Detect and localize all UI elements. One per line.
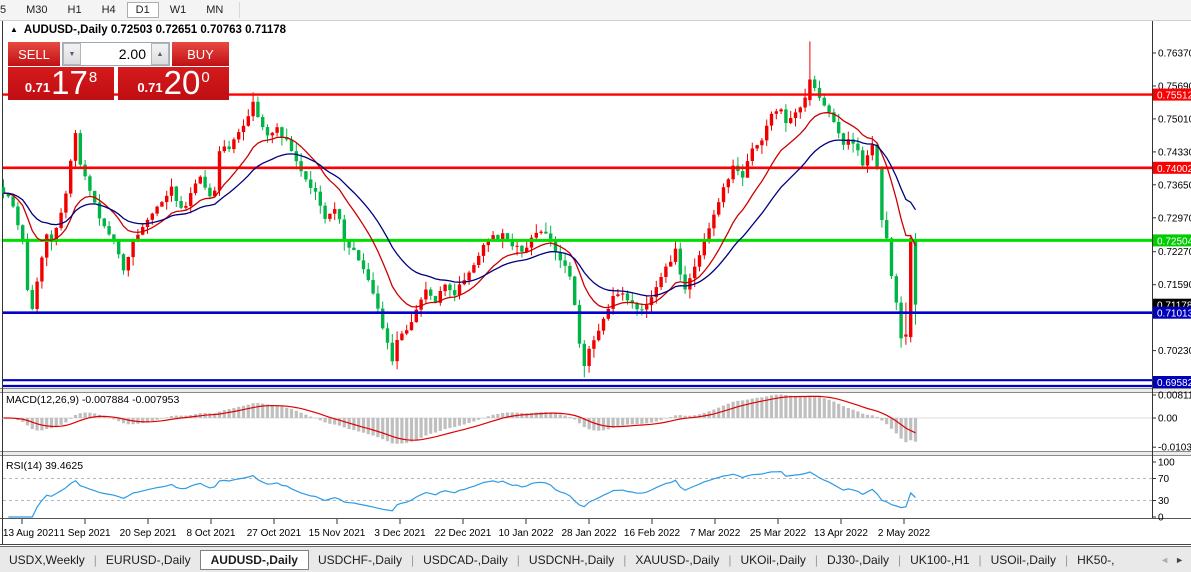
svg-text:100: 100 [1158,458,1175,469]
svg-text:0.76370: 0.76370 [1158,49,1191,60]
chart-tab-usdcnh-daily[interactable]: USDCNH-,Daily [520,551,623,569]
chart-title: ▲ AUDUSD-,Daily 0.72503 0.72651 0.70763 0… [10,24,286,36]
volume-decrease-icon[interactable]: ▼ [63,43,81,65]
chart-tab-usdx-weekly[interactable]: USDX,Weekly [0,551,94,569]
chart-tab-audusd-daily[interactable]: AUDUSD-,Daily [199,550,309,570]
svg-text:0.74002: 0.74002 [1157,164,1191,175]
one-click-trading-panel: SELL ▼ 2.00 ▲ BUY 0.71 17 8 0.71 20 0 [8,42,229,100]
svg-text:0.00811: 0.00811 [1158,391,1191,402]
chart-tab-uk100-h1[interactable]: UK100-,H1 [901,551,978,569]
chart-tab-bar: USDX,Weekly | EURUSD-,Daily AUDUSD-,Daily US… [0,546,1191,572]
svg-text:70: 70 [1158,474,1170,485]
chart-tab-eurusd-daily[interactable]: EURUSD-,Daily [97,551,200,569]
timeframe-toolbar: 5 M30 H1 H4 D1 W1 MN [0,0,1191,21]
svg-text:0.70230: 0.70230 [1158,346,1191,357]
volume-input[interactable]: 2.00 [81,43,151,65]
svg-text:0.72270: 0.72270 [1158,247,1191,258]
macd-label: MACD(12,26,9) -0.007884 -0.007953 [6,394,180,406]
rsi-label: RSI(14) 39.4625 [6,460,83,472]
svg-text:0: 0 [1158,513,1164,524]
svg-text:0.73650: 0.73650 [1158,180,1191,191]
timeframe-button-h1[interactable]: H1 [59,2,91,18]
chart-symbol-label: AUDUSD-,Daily [23,24,108,36]
chart-tab-ukoil-daily[interactable]: UKOil-,Daily [732,551,815,569]
buy-price-button[interactable]: 0.71 20 0 [118,64,229,101]
chart-tab-hk50-[interactable]: HK50-, [1068,551,1123,569]
svg-text:20 Sep 2021: 20 Sep 2021 [120,528,177,539]
timeframe-button-m30[interactable]: M30 [17,2,56,18]
svg-text:27 Oct 2021: 27 Oct 2021 [247,528,302,539]
buy-price-pips: 20 [163,64,201,101]
timeframe-button-mn[interactable]: MN [197,2,232,18]
svg-text:30: 30 [1158,496,1170,507]
chart-tab-xauusd-daily[interactable]: XAUUSD-,Daily [626,551,728,569]
svg-text:10 Jan 2022: 10 Jan 2022 [498,528,553,539]
svg-text:0.74330: 0.74330 [1158,147,1191,158]
svg-text:0.72970: 0.72970 [1158,213,1191,224]
svg-text:13 Apr 2022: 13 Apr 2022 [814,528,868,539]
svg-text:16 Feb 2022: 16 Feb 2022 [624,528,681,539]
one-click-toggle-icon[interactable]: ▲ [10,25,18,34]
sell-price-button[interactable]: 0.71 17 8 [8,64,114,101]
mt4-window: 5M30H1H4D1W1MN 0.00811 0.00 -0.01031 100 70… [0,0,1191,572]
volume-stepper: ▼ 2.00 ▲ [62,42,170,66]
svg-text:15 Nov 2021: 15 Nov 2021 [309,528,366,539]
svg-text:0.71590: 0.71590 [1158,280,1191,291]
buy-price-point: 0 [201,69,210,86]
svg-text:1 Sep 2021: 1 Sep 2021 [59,528,111,539]
chart-tab-usdchf-daily[interactable]: USDCHF-,Daily [309,551,411,569]
svg-text:0.75512: 0.75512 [1157,91,1191,102]
timeframe-button-h4[interactable]: H4 [93,2,125,18]
svg-text:25 Mar 2022: 25 Mar 2022 [750,528,807,539]
buy-button[interactable]: BUY [172,42,229,66]
tab-scroll-left-icon[interactable]: ◄ [1157,555,1172,565]
timeframe-button-w1[interactable]: W1 [161,2,196,18]
svg-text:13 Aug 2021: 13 Aug 2021 [3,528,60,539]
sell-button[interactable]: SELL [8,42,60,66]
svg-text:0.72504: 0.72504 [1157,236,1191,247]
svg-text:0.00: 0.00 [1158,414,1178,425]
volume-increase-icon[interactable]: ▲ [151,43,169,65]
timeframe-button-d1[interactable]: D1 [126,2,159,18]
chart-ohlc-values: 0.72503 0.72651 0.70763 0.71178 [110,24,287,36]
svg-text:22 Dec 2021: 22 Dec 2021 [435,528,492,539]
tab-scroll-right-icon[interactable]: ► [1172,555,1187,565]
svg-text:-0.01031: -0.01031 [1158,443,1191,454]
sell-price-pips: 17 [51,64,88,101]
toolbar-separator [239,2,241,18]
chart-tab-usdcad-daily[interactable]: USDCAD-,Daily [414,551,517,569]
svg-text:7 Mar 2022: 7 Mar 2022 [690,528,741,539]
timeframe-button-5[interactable]: 5 [0,2,15,18]
chart-tab-usoil-daily[interactable]: USOil-,Daily [982,551,1065,569]
svg-text:2 May 2022: 2 May 2022 [878,528,931,539]
svg-text:8 Oct 2021: 8 Oct 2021 [187,528,236,539]
sell-price-point: 8 [88,69,98,86]
sell-price-prefix: 0.71 [24,80,51,95]
svg-text:28 Jan 2022: 28 Jan 2022 [561,528,616,539]
buy-price-prefix: 0.71 [137,80,163,95]
svg-text:3 Dec 2021: 3 Dec 2021 [374,528,426,539]
svg-text:0.69582: 0.69582 [1157,378,1191,389]
chart-tab-dj30-daily[interactable]: DJ30-,Daily [818,551,898,569]
svg-text:0.75010: 0.75010 [1158,114,1191,125]
svg-text:0.71013: 0.71013 [1157,309,1191,320]
